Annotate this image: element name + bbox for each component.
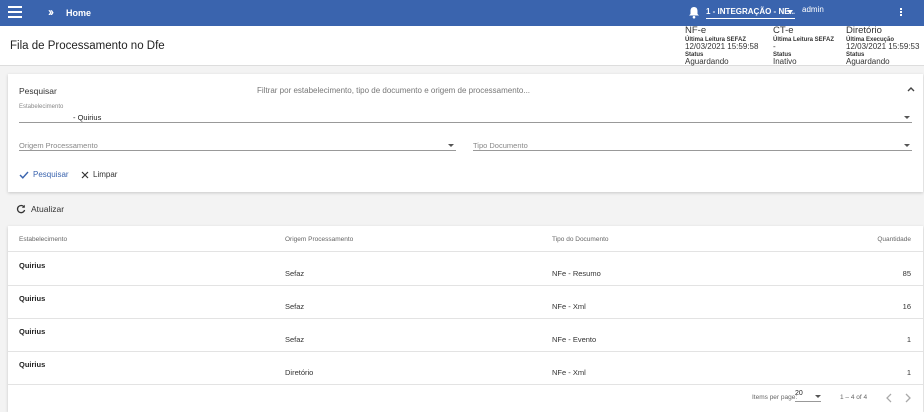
- stat-value: 12/03/2021 15:59:53: [846, 41, 920, 51]
- table-header: Estabelecimento Origem Processamento Tip…: [8, 226, 923, 252]
- dropdown-arrow-icon: [787, 10, 793, 14]
- stat-value: Inativo: [773, 56, 797, 66]
- cell-tipo: NFe - Evento: [552, 335, 597, 344]
- stat-label: Última Leitura SEFAZ: [773, 36, 835, 43]
- page-title: Fila de Processamento no Dfe: [10, 40, 165, 52]
- cell-estabelecimento: Quirius: [19, 261, 46, 270]
- dropdown-arrow-icon: [904, 116, 910, 119]
- cell-quantidade: 1: [906, 335, 911, 344]
- cell-estabelecimento: Quirius: [19, 327, 46, 336]
- origem-processamento-select[interactable]: Origem Processamento: [19, 137, 456, 151]
- cell-tipo: NFe - Xml: [552, 302, 586, 311]
- stat-value: -: [773, 41, 776, 51]
- stat-value: Aguardando: [685, 56, 729, 66]
- cell-origem: Diretório: [285, 368, 314, 377]
- clear-button-label: Limpar: [93, 170, 118, 179]
- search-button-label: Pesquisar: [33, 170, 69, 179]
- estabelecimento-value: - Quirius: [73, 113, 102, 122]
- check-icon: [19, 171, 29, 179]
- clear-button[interactable]: Limpar: [81, 170, 117, 179]
- refresh-button-label: Atualizar: [31, 204, 65, 214]
- menu-icon[interactable]: [8, 6, 22, 20]
- page-range: 1 – 4 of 4: [840, 394, 868, 401]
- close-icon: [81, 171, 89, 178]
- estabelecimento-label: Estabelecimento: [19, 104, 64, 110]
- table-row[interactable]: Quirius Diretório NFe - Xml 1: [8, 352, 923, 385]
- stat-value: 12/03/2021 15:59:58: [685, 41, 759, 51]
- table-row[interactable]: Quirius Sefaz NFe - Xml 16: [8, 286, 923, 319]
- chevron-right-icon[interactable]: [904, 393, 912, 403]
- bell-icon[interactable]: [688, 6, 700, 19]
- top-app-bar: ›› Home 1 - INTEGRAÇÃO - NE... admin: [0, 0, 924, 26]
- stat-name: Diretório: [846, 25, 882, 36]
- table-row[interactable]: Quirius Sefaz NFe - Evento 1: [8, 319, 923, 352]
- double-chevron-right-icon[interactable]: ››: [48, 5, 54, 19]
- cell-quantidade: 1: [906, 368, 911, 377]
- cell-origem: Sefaz: [285, 335, 305, 344]
- items-per-page-label: Items per page:: [752, 394, 798, 401]
- tipo-documento-placeholder: Tipo Documento: [473, 141, 528, 150]
- results-table: Estabelecimento Origem Processamento Tip…: [8, 226, 923, 412]
- search-panel-title[interactable]: Pesquisar: [19, 86, 57, 96]
- cell-origem: Sefaz: [285, 269, 305, 278]
- breadcrumb-home[interactable]: Home: [66, 8, 91, 18]
- refresh-icon: [16, 204, 26, 214]
- diretorio-status-block: Diretório Última Execução 12/03/2021 15:…: [846, 26, 919, 66]
- company-select[interactable]: 1 - INTEGRAÇÃO - NE...: [706, 3, 795, 19]
- search-panel: Pesquisar Filtrar por estabelecimento, t…: [8, 74, 923, 192]
- company-select-value: 1 - INTEGRAÇÃO - NE...: [706, 7, 795, 16]
- chevron-up-icon[interactable]: [907, 86, 915, 92]
- cell-quantidade: 16: [902, 302, 911, 311]
- user-name[interactable]: admin: [802, 5, 824, 14]
- cte-status-block: CT-e Última Leitura SEFAZ - Status Inati…: [773, 26, 834, 66]
- refresh-button[interactable]: Atualizar: [16, 204, 64, 214]
- cell-quantidade: 85: [902, 269, 911, 278]
- page-size-select[interactable]: 20: [795, 390, 821, 402]
- estabelecimento-select[interactable]: Estabelecimento - Quirius: [19, 104, 912, 123]
- dropdown-arrow-icon: [448, 144, 454, 147]
- search-button[interactable]: Pesquisar: [19, 170, 69, 179]
- stat-name: NF-e: [685, 25, 707, 36]
- dropdown-arrow-icon: [815, 395, 821, 398]
- chevron-left-icon[interactable]: [885, 393, 893, 403]
- cell-tipo: NFe - Resumo: [552, 269, 601, 278]
- search-panel-description: Filtrar por estabelecimento, tipo de doc…: [257, 86, 531, 95]
- cell-estabelecimento: Quirius: [19, 294, 46, 303]
- column-header-estabelecimento[interactable]: Estabelecimento: [19, 236, 67, 243]
- cell-estabelecimento: Quirius: [19, 360, 46, 369]
- dropdown-arrow-icon: [904, 144, 910, 147]
- column-header-quantidade[interactable]: Quantidade: [877, 236, 911, 243]
- page-header: Fila de Processamento no Dfe NF-e Última…: [0, 26, 924, 66]
- table-row[interactable]: Quirius Sefaz NFe - Resumo 85: [8, 253, 923, 286]
- stat-value: Aguardando: [846, 56, 890, 66]
- page-size-value: 20: [795, 390, 803, 397]
- cell-tipo: NFe - Xml: [552, 368, 586, 377]
- more-vert-icon[interactable]: [900, 8, 903, 17]
- nfe-status-block: NF-e Última Leitura SEFAZ 12/03/2021 15:…: [685, 26, 758, 66]
- column-header-origem[interactable]: Origem Processamento: [285, 236, 353, 243]
- cell-origem: Sefaz: [285, 302, 305, 311]
- origem-processamento-placeholder: Origem Processamento: [19, 141, 98, 150]
- stat-name: CT-e: [773, 25, 794, 36]
- column-header-tipo[interactable]: Tipo do Documento: [552, 236, 609, 243]
- tipo-documento-select[interactable]: Tipo Documento: [473, 137, 912, 151]
